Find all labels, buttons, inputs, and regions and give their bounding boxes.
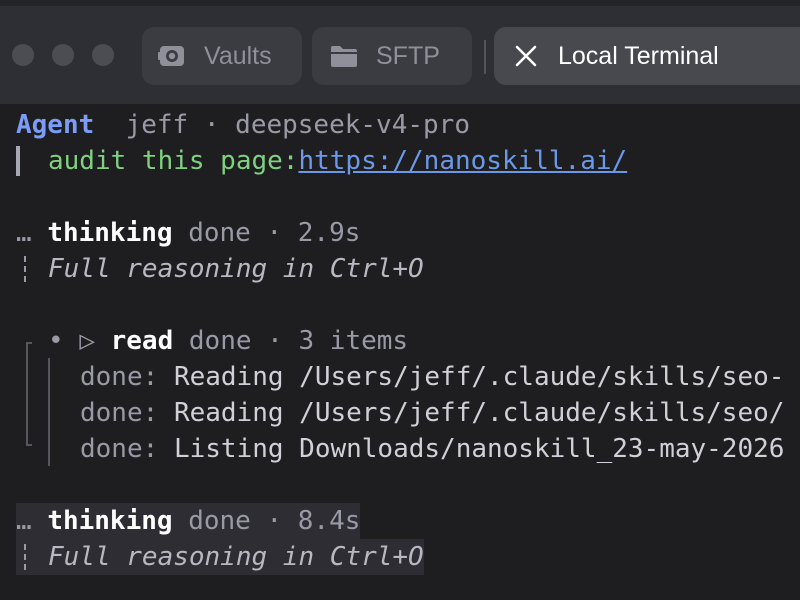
thinking-dashed-bar xyxy=(24,256,28,282)
prompt-url-link[interactable]: https://nanoskill.ai/ xyxy=(298,146,627,176)
vault-icon xyxy=(156,40,188,72)
reasoning-hint-text: Full reasoning in Ctrl+O xyxy=(48,254,424,284)
read-item: done: Listing Downloads/nanoskill_23-may… xyxy=(80,431,784,467)
tab-label: Local Terminal xyxy=(558,41,719,70)
prompt-text: audit this page: xyxy=(48,146,299,176)
read-items-guide xyxy=(48,358,50,466)
title-bar: Vaults SFTP Local Terminal xyxy=(0,0,800,104)
prompt-bar xyxy=(16,146,20,176)
read-item-status: done: xyxy=(80,362,159,392)
agent-meta: jeff · deepseek-v4-pro xyxy=(125,110,470,140)
window-close-dot[interactable] xyxy=(12,44,34,66)
read-item-status: done: xyxy=(80,434,159,464)
tab-divider xyxy=(484,40,486,74)
read-item-text: Reading /Users/jeff/.claude/skills/seo- xyxy=(173,362,785,392)
highlight-gutter xyxy=(16,539,48,575)
tab-local-terminal[interactable]: Local Terminal xyxy=(494,27,800,85)
window-minimize-dot[interactable] xyxy=(52,44,74,66)
read-item-status: done: xyxy=(80,398,159,428)
thinking-status: done · 8.4s xyxy=(188,506,361,536)
app-window: Vaults SFTP Local Terminal Agent jeff · … xyxy=(0,0,800,600)
reasoning-hint-text: Full reasoning in Ctrl+O xyxy=(48,542,424,572)
tab-label: Vaults xyxy=(204,41,272,70)
expand-arrow-icon[interactable]: ▷ xyxy=(79,326,95,356)
read-item-text: Listing Downloads/nanoskill_23-may-2026 xyxy=(173,434,785,464)
window-zoom-dot[interactable] xyxy=(92,44,114,66)
group-bracket-bottom xyxy=(26,444,32,446)
tab-sftp[interactable]: SFTP xyxy=(312,27,472,85)
thinking-dashed-bar xyxy=(24,544,28,570)
read-item-text: Reading /Users/jeff/.claude/skills/seo/ xyxy=(173,398,785,428)
group-bracket xyxy=(26,342,28,446)
ellipsis-icon: … xyxy=(16,506,32,536)
thinking-status: done · 2.9s xyxy=(188,218,361,248)
thinking-hint: Full reasoning in Ctrl+O xyxy=(48,539,424,575)
ellipsis-icon: … xyxy=(16,218,32,248)
agent-label: Agent xyxy=(16,110,95,140)
close-icon[interactable] xyxy=(510,40,542,72)
thinking-hint: Full reasoning in Ctrl+O xyxy=(48,251,424,287)
tab-label: SFTP xyxy=(376,41,440,70)
group-bracket-top xyxy=(26,342,32,344)
thinking-label: thinking xyxy=(47,506,173,536)
user-prompt: audit this page:https://nanoskill.ai/ xyxy=(48,143,627,179)
terminal-output[interactable]: Agent jeff · deepseek-v4-pro audit this … xyxy=(0,104,800,600)
tab-vaults[interactable]: Vaults xyxy=(142,27,302,85)
thinking-line: … thinking done · 2.9s xyxy=(16,215,360,251)
read-item: done: Reading /Users/jeff/.claude/skills… xyxy=(80,359,784,395)
folder-icon xyxy=(328,40,360,72)
read-item: done: Reading /Users/jeff/.claude/skills… xyxy=(80,395,784,431)
thinking-line: … thinking done · 8.4s xyxy=(16,503,361,539)
bullet-icon: • xyxy=(48,326,64,356)
read-header[interactable]: • ▷ read done · 3 items xyxy=(48,323,408,359)
read-label: read xyxy=(110,326,174,356)
thinking-label: thinking xyxy=(47,218,173,248)
read-status: done · 3 items xyxy=(188,326,409,356)
title-bar-edge xyxy=(0,0,800,6)
agent-header: Agent jeff · deepseek-v4-pro xyxy=(16,107,470,143)
